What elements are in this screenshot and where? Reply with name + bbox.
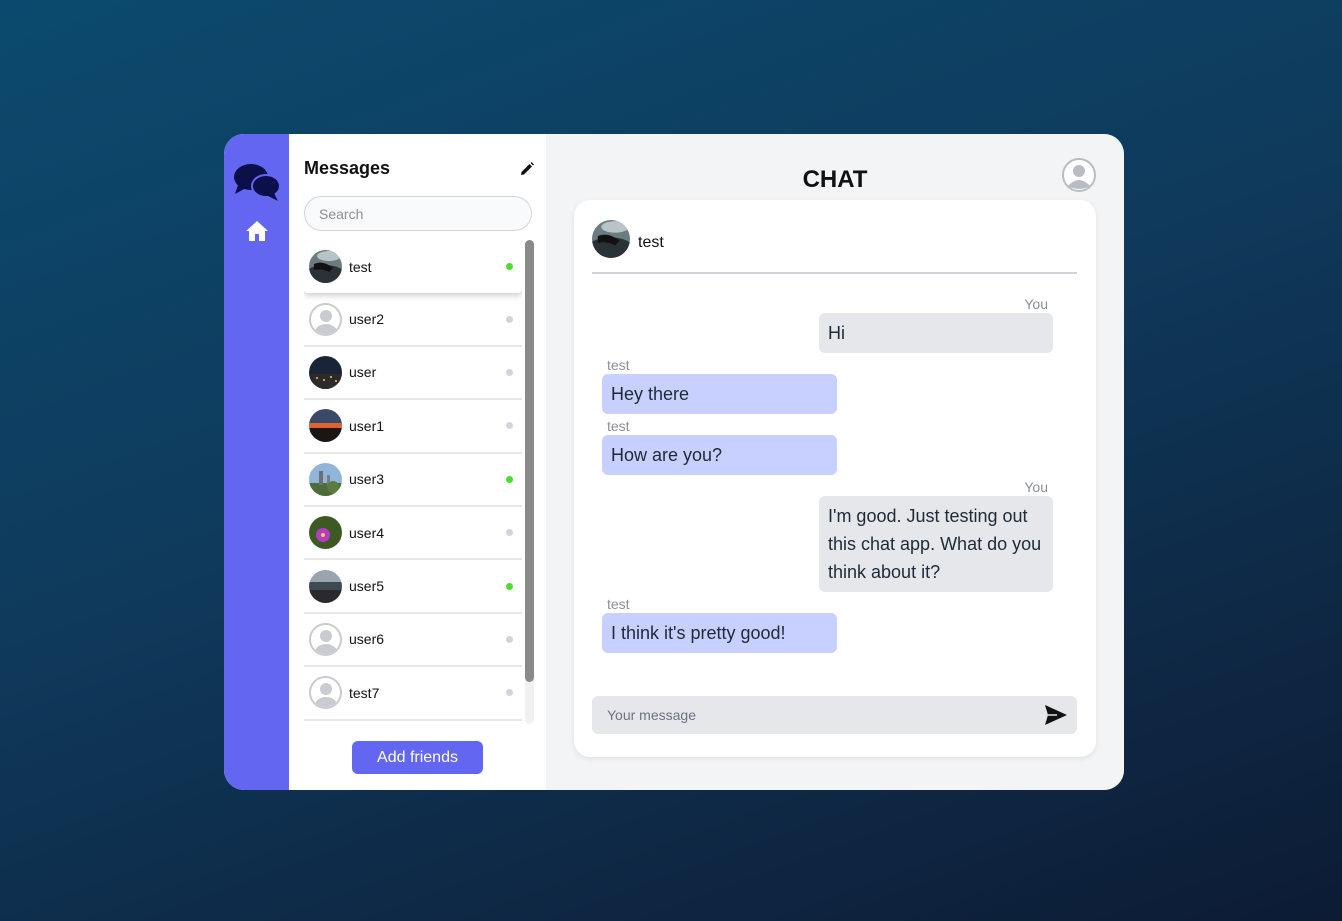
avatar bbox=[309, 622, 342, 656]
chat-app-window: Messages test bbox=[224, 134, 1124, 790]
contact-name: test7 bbox=[349, 684, 380, 701]
chat-bubbles-icon bbox=[233, 164, 281, 201]
chat-title: CHAT bbox=[802, 166, 868, 193]
contact-list-scrollbar[interactable] bbox=[525, 240, 534, 724]
avatar bbox=[309, 516, 342, 550]
avatar bbox=[309, 676, 342, 710]
message-sender: You bbox=[1024, 296, 1048, 312]
avatar bbox=[309, 409, 342, 443]
offline-status-dot bbox=[506, 422, 513, 430]
message-bubble: How are you? bbox=[602, 435, 837, 475]
message-bubble: Hey there bbox=[602, 374, 837, 414]
offline-status-dot bbox=[506, 315, 513, 323]
messages-panel: Messages test bbox=[289, 134, 546, 790]
contact-item-user4[interactable]: user4 bbox=[304, 506, 522, 561]
contact-name: user4 bbox=[349, 524, 385, 541]
home-icon[interactable] bbox=[245, 219, 269, 243]
contact-item-user3[interactable]: user3 bbox=[304, 453, 522, 507]
search-input[interactable] bbox=[304, 196, 532, 231]
add-friends-button[interactable]: Add friends bbox=[352, 741, 483, 774]
message-item: You Hi bbox=[819, 296, 1053, 353]
messages-title: Messages bbox=[304, 158, 391, 178]
online-status-dot bbox=[506, 475, 513, 483]
message-sender: test bbox=[607, 596, 630, 612]
message-item: test How are you? bbox=[602, 418, 837, 475]
message-list: You Hi test Hey there test How are you? … bbox=[574, 200, 1096, 757]
messages-header: Messages bbox=[304, 158, 534, 179]
contact-name: user1 bbox=[349, 417, 385, 434]
message-composer bbox=[592, 696, 1077, 734]
send-icon[interactable] bbox=[1045, 705, 1067, 725]
message-item: test Hey there bbox=[602, 357, 837, 414]
offline-status-dot bbox=[506, 689, 513, 697]
pencil-icon[interactable] bbox=[520, 161, 534, 176]
contact-item-user[interactable]: user bbox=[304, 346, 522, 401]
contact-list: test user2 user user1 user3 user4 user5 … bbox=[304, 240, 522, 724]
contact-name: user bbox=[349, 364, 377, 381]
contact-name: user3 bbox=[349, 471, 385, 488]
offline-status-dot bbox=[506, 529, 513, 537]
avatar bbox=[309, 355, 342, 389]
message-sender: test bbox=[607, 357, 630, 373]
conversation-card: test You Hi test Hey there test How are … bbox=[574, 200, 1096, 757]
contact-name: test bbox=[349, 258, 372, 275]
scrollbar-thumb[interactable] bbox=[525, 240, 534, 682]
contact-item-user1[interactable]: user1 bbox=[304, 400, 522, 454]
message-sender: test bbox=[607, 418, 630, 434]
offline-status-dot bbox=[506, 368, 513, 376]
avatar bbox=[309, 569, 342, 603]
message-bubble: I think it's pretty good! bbox=[602, 613, 837, 653]
message-item: You I'm good. Just testing out this chat… bbox=[819, 479, 1053, 592]
message-sender: You bbox=[1024, 479, 1048, 495]
avatar bbox=[309, 462, 342, 496]
message-input[interactable] bbox=[592, 696, 1032, 734]
avatar bbox=[309, 250, 342, 284]
chat-area: CHAT test You Hi test Hey there test How… bbox=[546, 134, 1124, 790]
contact-item-user6[interactable]: user6 bbox=[304, 613, 522, 668]
contact-name: user2 bbox=[349, 311, 385, 328]
message-bubble: I'm good. Just testing out this chat app… bbox=[819, 496, 1053, 592]
contact-name: user5 bbox=[349, 578, 385, 595]
contact-item-user2[interactable]: user2 bbox=[304, 293, 522, 347]
sidebar-rail bbox=[224, 134, 289, 790]
online-status-dot bbox=[506, 582, 513, 590]
user-avatar-icon[interactable] bbox=[1062, 158, 1096, 192]
message-bubble: Hi bbox=[819, 313, 1053, 353]
contact-item-user5[interactable]: user5 bbox=[304, 560, 522, 614]
offline-status-dot bbox=[506, 635, 513, 643]
message-item: test I think it's pretty good! bbox=[602, 596, 837, 653]
avatar bbox=[309, 302, 342, 336]
contact-item-test7[interactable]: test7 bbox=[304, 667, 522, 721]
contact-item-test[interactable]: test bbox=[304, 240, 522, 294]
contact-name: user6 bbox=[349, 631, 385, 648]
online-status-dot bbox=[506, 263, 513, 271]
